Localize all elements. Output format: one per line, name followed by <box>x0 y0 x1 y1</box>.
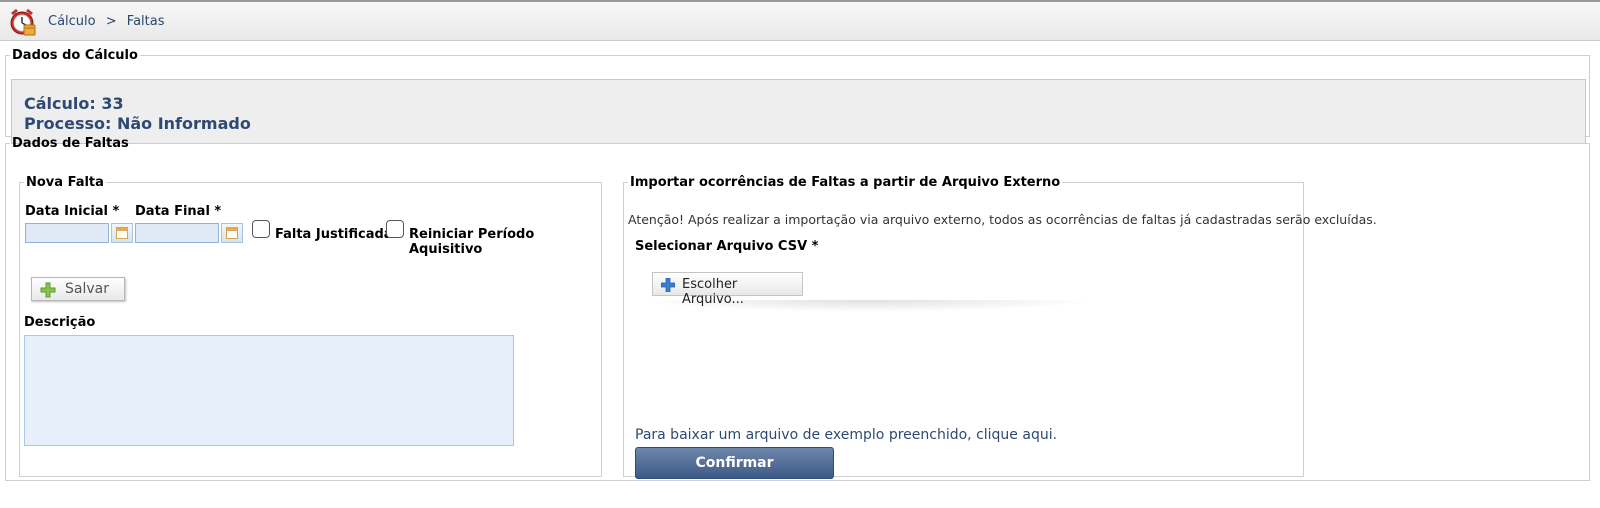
alarm-clock-icon[interactable] <box>7 7 37 37</box>
choose-file-button[interactable]: Escolher Arquivo... <box>652 272 803 307</box>
reiniciar-periodo-checkbox[interactable] <box>386 220 404 238</box>
calendar-icon <box>116 227 128 239</box>
data-inicial-label: Data Inicial * <box>25 204 120 219</box>
breadcrumb-separator: > <box>105 14 117 29</box>
plus-icon <box>40 282 56 298</box>
confirmar-button[interactable]: Confirmar <box>635 447 834 479</box>
example-file-link[interactable]: Para baixar um arquivo de exemplo preenc… <box>635 427 1057 443</box>
falta-justificada-checkbox[interactable] <box>252 220 270 238</box>
calculo-number: Cálculo: 33 <box>24 94 124 113</box>
descricao-label: Descrição <box>24 315 96 330</box>
top-bar: Cálculo > Faltas <box>0 0 1600 41</box>
salvar-button[interactable]: Salvar <box>31 277 125 301</box>
dados-faltas-section: Dados de Faltas Nova Falta Data Inicial … <box>5 136 1590 481</box>
breadcrumb-item-calculo[interactable]: Cálculo <box>48 14 96 29</box>
dados-calculo-section: Dados do Cálculo Cálculo: 33 Processo: N… <box>5 48 1590 144</box>
dados-faltas-legend: Dados de Faltas <box>12 136 129 151</box>
data-final-calendar-button[interactable] <box>221 223 243 243</box>
breadcrumb: Cálculo > Faltas <box>48 14 171 29</box>
data-final-input[interactable] <box>135 223 219 243</box>
import-warning-text: Atenção! Após realizar a importação via … <box>628 212 1377 227</box>
importar-legend: Importar ocorrências de Faltas a partir … <box>630 175 1061 190</box>
processo-info: Processo: Não Informado <box>24 114 251 133</box>
salvar-label: Salvar <box>65 281 109 297</box>
data-final-label: Data Final * <box>135 204 222 219</box>
dados-calculo-legend: Dados do Cálculo <box>12 48 138 63</box>
breadcrumb-item-faltas: Faltas <box>126 14 165 29</box>
file-upload-shadow <box>638 300 1098 312</box>
importar-section: Importar ocorrências de Faltas a partir … <box>623 175 1377 479</box>
data-inicial-calendar-button[interactable] <box>111 223 133 243</box>
calendar-icon <box>226 227 238 239</box>
nova-falta-legend: Nova Falta <box>26 175 104 190</box>
reiniciar-periodo-label: Reiniciar Período Aquisitivo <box>409 227 535 257</box>
plus-icon <box>661 278 675 292</box>
data-inicial-input[interactable] <box>25 223 109 243</box>
descricao-textarea[interactable] <box>24 335 514 446</box>
calculo-info-box: Cálculo: 33 Processo: Não Informado <box>11 79 1586 144</box>
csv-file-label: Selecionar Arquivo CSV * <box>635 239 819 254</box>
falta-justificada-label: Falta Justificada <box>275 227 393 242</box>
nova-falta-section: Nova Falta Data Inicial * Data Final * F… <box>19 175 602 477</box>
